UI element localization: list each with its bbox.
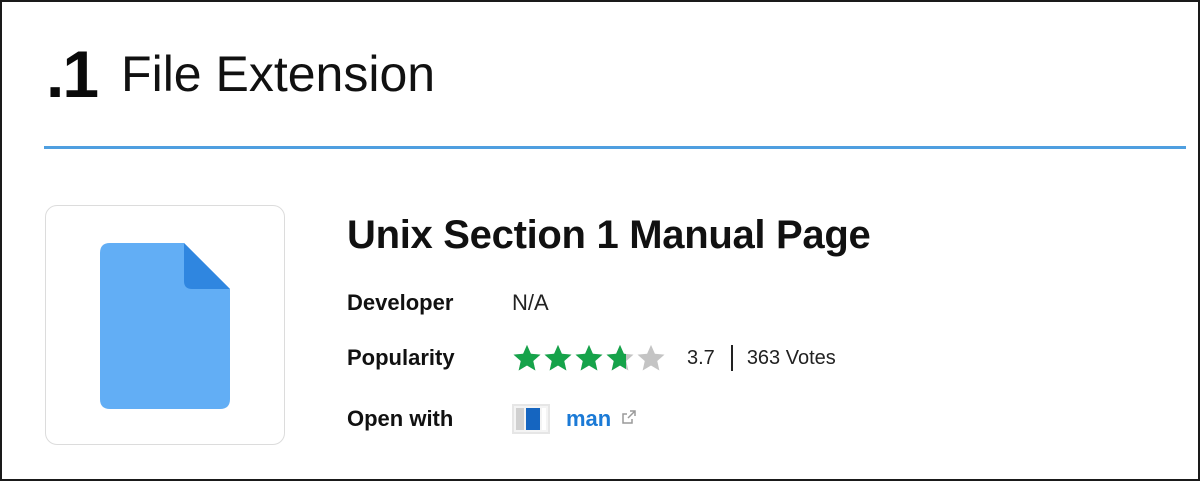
popularity-row: Popularity 3.7 363 Votes — [347, 341, 836, 375]
file-type-title: Unix Section 1 Manual Page — [347, 213, 871, 257]
popularity-label: Popularity — [347, 345, 455, 370]
developer-value: N/A — [512, 290, 549, 315]
star-rating — [512, 343, 667, 373]
star-icon — [637, 344, 665, 371]
open-with-row: Open with man — [347, 402, 637, 436]
app-link-man[interactable]: man — [566, 406, 611, 432]
page-title: File Extension — [121, 46, 436, 102]
header-divider — [44, 146, 1186, 149]
star-icon — [575, 344, 603, 371]
page-frame: .1 File Extension Unix Section 1 Manual … — [0, 0, 1200, 481]
vote-count: 363 Votes — [746, 346, 836, 369]
file-icon-card — [45, 205, 285, 445]
page-header: .1 File Extension — [46, 24, 435, 124]
rating-separator — [730, 345, 733, 371]
external-link-icon[interactable] — [621, 409, 637, 430]
rating-value: 3.7 — [687, 346, 715, 369]
star-icon — [544, 344, 572, 371]
developer-row: Developer N/A — [347, 286, 549, 320]
extension-label: .1 — [46, 37, 99, 111]
open-with-label: Open with — [347, 406, 454, 431]
document-icon — [100, 243, 230, 409]
star-icon — [606, 344, 634, 371]
star-icon — [513, 344, 541, 371]
man-app-icon[interactable] — [512, 404, 550, 434]
developer-label: Developer — [347, 290, 454, 315]
file-info: Unix Section 1 Manual Page Developer N/A… — [347, 207, 871, 434]
